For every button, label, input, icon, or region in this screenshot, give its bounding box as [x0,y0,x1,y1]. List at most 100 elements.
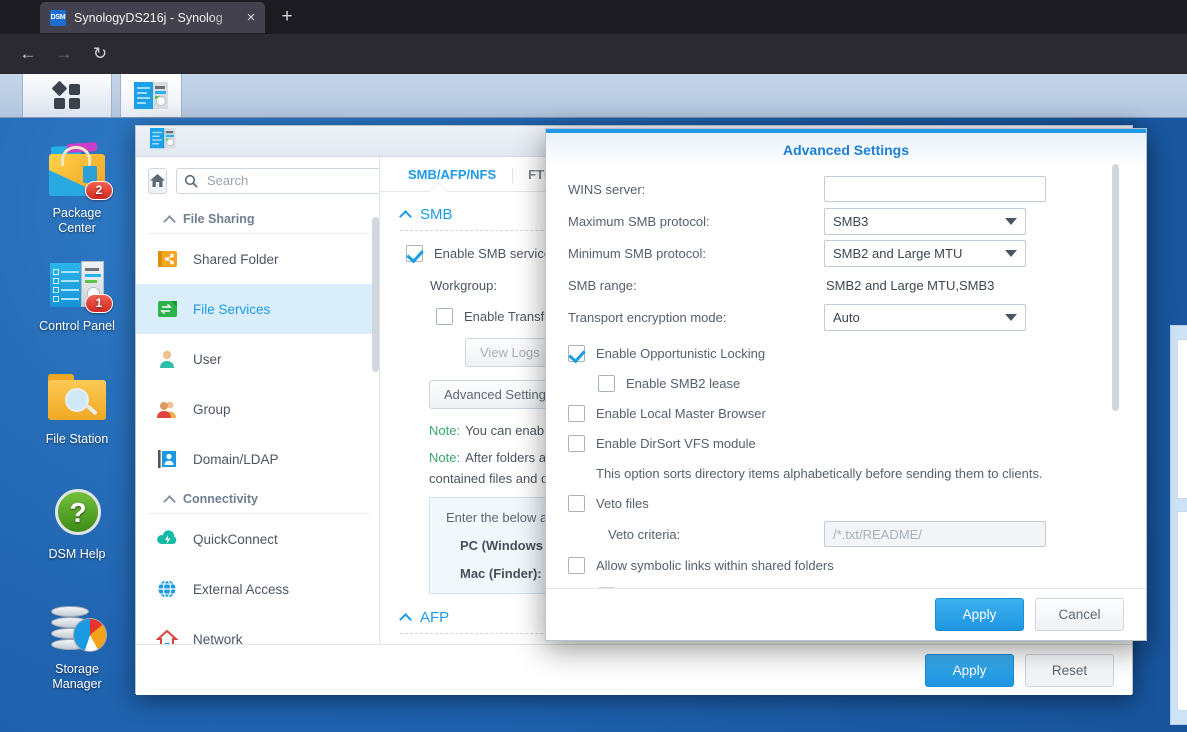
enable-opportunistic-locking-checkbox[interactable] [568,344,585,362]
field-row-max-smb: Maximum SMB protocol: SMB3 [568,205,1126,237]
sidebar-group-connectivity[interactable]: Connectivity [148,484,369,514]
enable-smb2-lease-checkbox[interactable] [598,374,615,392]
veto-files-checkbox[interactable] [568,494,585,512]
desktop-icon-dsm-help[interactable]: ? DSM Help [22,481,132,562]
workgroup-label: Workgroup: [430,278,497,293]
dsm-taskbar [0,74,1187,118]
dialog-cancel-button[interactable]: Cancel [1035,598,1124,631]
sidebar-item-quickconnect[interactable]: QuickConnect [136,514,379,564]
sidebar-group-file-sharing[interactable]: File Sharing [148,204,369,234]
main-menu-icon [51,80,82,110]
enable-transfer-checkbox[interactable] [436,308,453,325]
desktop-icon-label: Storage Manager [52,662,102,691]
dialog-scrollbar[interactable] [1112,164,1119,411]
field-row-min-smb: Minimum SMB protocol: SMB2 and Large MTU [568,237,1126,269]
desktop-icon-label: File Station [45,432,109,446]
note-1-prefix: Note: [429,423,461,438]
row-opportunistic-locking: Enable Opportunistic Locking [568,338,1126,368]
sidebar-item-label: QuickConnect [193,531,278,547]
desktop-icon-storage-manager[interactable]: Storage Manager [22,596,132,692]
badge-count: 1 [85,294,113,313]
chevron-up-icon [164,216,175,223]
search-input[interactable] [205,172,379,189]
desktop-icon-package-center[interactable]: 2 Package Center [22,140,132,236]
field-label: Transport encryption mode: [568,309,727,325]
view-logs-button[interactable]: View Logs [465,338,555,367]
browser-tab[interactable]: DSM SynologyDS216j - Synolog × [40,2,265,33]
background-window-panel-2 [1177,511,1187,711]
field-label: WINS server: [568,181,646,197]
field-label: SMB range: [568,277,637,293]
wins-server-input[interactable] [824,176,1046,202]
sidebar-item-label: Network [193,631,243,645]
help-question-icon: ? [43,481,111,543]
forward-icon[interactable]: → [46,38,82,70]
close-icon[interactable]: × [243,10,259,25]
field-row-smb-range: SMB range: SMB2 and Large MTU,SMB3 [568,269,1126,301]
reset-button[interactable]: Reset [1025,653,1114,687]
tab-smb-afp-nfs[interactable]: SMB/AFP/NFS [392,167,512,191]
field-label: Minimum SMB protocol: [568,245,706,261]
sidebar-item-group[interactable]: Group [136,384,379,434]
checkbox-label: Enable DirSort VFS module [596,435,756,451]
enable-local-master-browser-checkbox[interactable] [568,404,585,422]
sidebar-group-label: File Sharing [183,212,255,226]
apply-button[interactable]: Apply [925,653,1014,687]
select-value: SMB2 and Large MTU [833,245,963,261]
row-veto-files: Veto files [568,488,1126,518]
enable-dirsort-vfs-checkbox[interactable] [568,434,585,452]
checkbox-label: Allow symbolic links within shared folde… [596,557,834,573]
sidebar-item-file-services[interactable]: File Services [136,284,379,334]
sidebar-item-label: External Access [193,581,290,597]
reload-icon[interactable]: ↻ [82,38,118,70]
allow-symlinks-within-checkbox[interactable] [568,556,585,574]
sidebar-scrollbar[interactable] [372,217,379,372]
dsm-desktop: 2 Package Center 1 Control Panel File St… [0,118,1187,732]
sidebar-item-shared-folder[interactable]: Shared Folder [136,234,379,284]
checkbox-label: Enable Opportunistic Locking [596,345,766,361]
taskbar-main-menu-button[interactable] [22,74,112,117]
select-value: Auto [833,309,860,325]
search-box[interactable] [176,167,379,194]
veto-criteria-input[interactable]: /*.txt/README/ [824,521,1046,547]
shared-folder-icon [156,248,180,270]
control-panel-icon: 1 [43,253,113,315]
sidebar-item-user[interactable]: User [136,334,379,384]
checkbox-label: Veto files [596,495,649,511]
dialog-title: Advanced Settings [546,133,1146,166]
checkbox-label: Enable Local Master Browser [596,405,766,421]
control-panel-footer: Apply Reset [136,644,1132,695]
control-panel-icon [134,82,168,109]
chevron-down-icon [1005,313,1017,321]
synology-favicon-icon: DSM [50,9,66,26]
chevron-down-icon [1005,249,1017,257]
sidebar-item-external-access[interactable]: External Access [136,564,379,614]
max-smb-protocol-select[interactable]: SMB3 [824,207,1026,235]
back-icon[interactable]: ← [10,38,46,70]
enable-smb-service-checkbox[interactable] [406,245,423,262]
taskbar-control-panel-button[interactable] [120,74,182,117]
sidebar-item-domain-ldap[interactable]: Domain/LDAP [136,434,379,484]
network-icon [155,628,180,644]
sidebar-search-row [136,157,379,204]
globe-icon [156,578,180,600]
quickconnect-icon [156,528,180,550]
background-window-panel-1 [1177,339,1187,499]
file-services-icon [156,298,180,320]
desktop-icon-label: DSM Help [48,547,106,561]
transport-encryption-select[interactable]: Auto [824,303,1026,331]
desktop-icon-file-station[interactable]: File Station [22,366,132,447]
dialog-apply-button[interactable]: Apply [935,598,1024,631]
background-window[interactable] [1170,325,1187,725]
sidebar-item-label: Group [193,401,231,417]
field-row-veto-criteria: Veto criteria: /*.txt/README/ [568,518,1126,550]
note-2-prefix: Note: [429,450,461,465]
chevron-up-icon [400,614,411,621]
min-smb-protocol-select[interactable]: SMB2 and Large MTU [824,239,1026,267]
dialog-footer: Apply Cancel [546,588,1146,640]
package-center-icon: 2 [43,140,113,202]
new-tab-button[interactable]: + [275,6,299,30]
sidebar-item-network[interactable]: Network [136,614,379,644]
desktop-icon-control-panel[interactable]: 1 Control Panel [22,253,132,334]
home-button[interactable] [148,167,167,194]
